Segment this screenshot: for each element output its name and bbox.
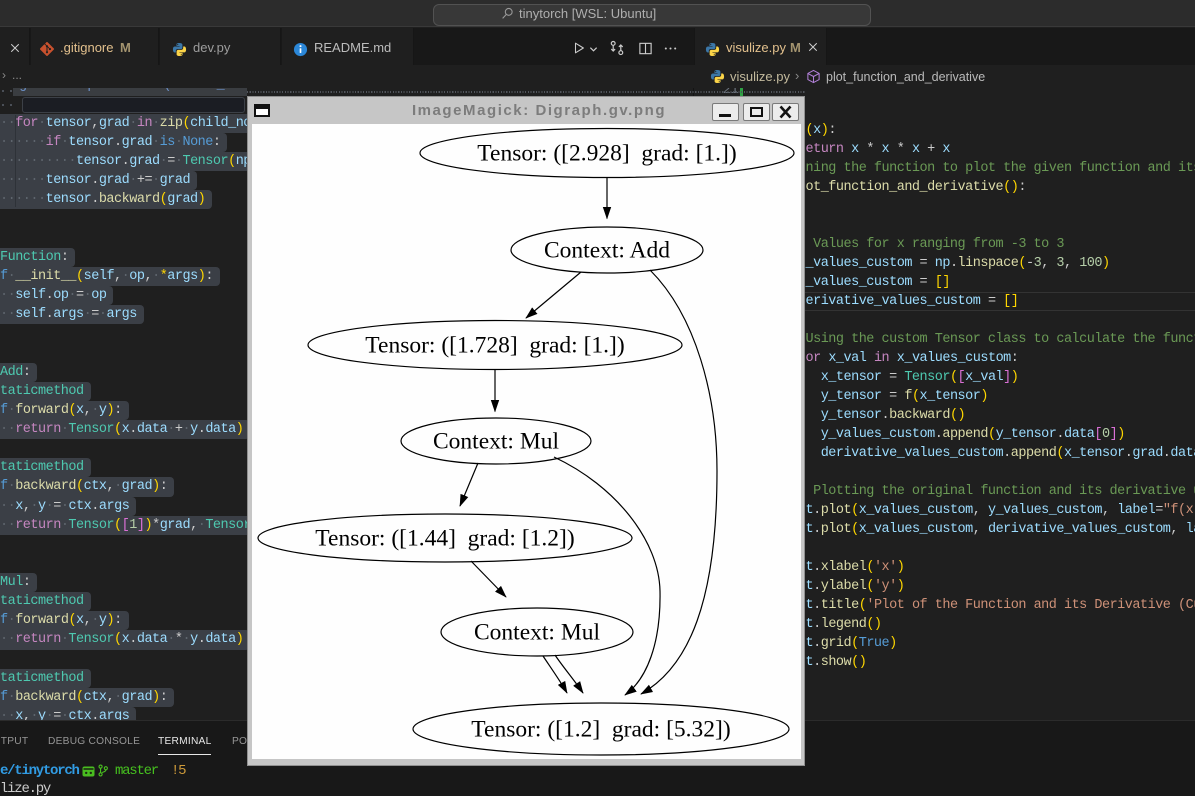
svg-text:Context: Mul: Context: Mul	[474, 620, 600, 646]
svg-text:Tensor: ([1.44] grad: [1.2]): Tensor: ([1.44] grad: [1.2])	[315, 526, 574, 552]
svg-text:Tensor: ([2.928] grad: [1.]): Tensor: ([2.928] grad: [1.])	[477, 141, 736, 167]
svg-text:Context: Mul: Context: Mul	[433, 429, 559, 455]
svg-text:Context: Add: Context: Add	[544, 238, 670, 264]
svg-text:Tensor: ([1.728] grad: [1.]): Tensor: ([1.728] grad: [1.])	[365, 333, 624, 359]
svg-text:Tensor: ([1.2] grad: [5.32]): Tensor: ([1.2] grad: [5.32])	[471, 717, 730, 743]
